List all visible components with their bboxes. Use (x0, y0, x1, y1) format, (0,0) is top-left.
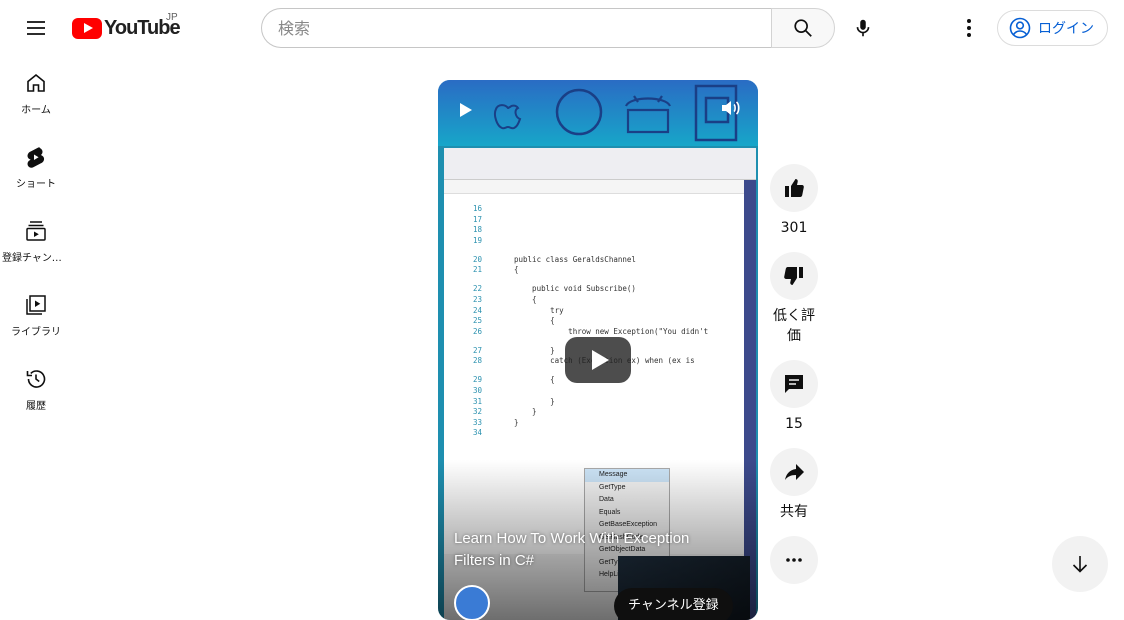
guide-menu-button[interactable] (16, 8, 56, 48)
comment-count: 15 (785, 416, 803, 432)
sidebar-item-history[interactable]: 履歴 (0, 352, 72, 426)
sidebar-item-label: ライブラリ (11, 326, 61, 338)
shorts-icon (27, 146, 45, 168)
comments-button[interactable] (770, 360, 818, 408)
code-line-number: 26 (472, 326, 482, 336)
subscriptions-icon (26, 220, 46, 241)
search-box (261, 8, 772, 48)
account-circle-icon (1009, 17, 1031, 39)
sidebar-item-library[interactable]: ライブラリ (0, 278, 72, 352)
sidebar-item-label: ホーム (21, 104, 51, 116)
share-button[interactable] (770, 448, 818, 496)
code-line-text: { (514, 265, 519, 275)
video-banner (438, 80, 758, 146)
settings-menu-button[interactable] (949, 8, 989, 48)
code-line-number: 34 (472, 428, 482, 438)
code-line-number: 33 (472, 417, 482, 427)
thumbs-down-icon (784, 267, 803, 285)
code-line-number: 16 (472, 204, 482, 213)
more-actions-button[interactable] (770, 536, 818, 584)
code-line-text: public class GeraldsChannel (514, 254, 636, 264)
code-line-number: 30 (472, 386, 482, 395)
like-button[interactable] (770, 164, 818, 212)
voice-search-button[interactable] (843, 8, 883, 48)
subscribe-button[interactable]: チャンネル登録 (614, 588, 733, 620)
history-icon (26, 369, 46, 388)
thumbs-up-icon (785, 179, 804, 197)
code-line-number: 19 (472, 235, 482, 245)
top-header: YouTube JP ログイン (0, 0, 1124, 56)
video-title: Learn How To Work With Exception Filters… (454, 530, 690, 569)
more-action (770, 536, 818, 584)
dislike-button[interactable] (770, 252, 818, 300)
more-vertical-icon (967, 19, 971, 37)
sidebar-item-label: 履歴 (26, 400, 46, 412)
code-line-text: public void Subscribe() (514, 284, 636, 294)
ide-toolbar (444, 180, 756, 194)
code-line-number: 21 (472, 265, 482, 275)
ide-menubar (444, 148, 756, 180)
volume-icon[interactable] (718, 96, 742, 120)
code-line-number: 31 (472, 396, 482, 406)
share-icon (785, 464, 804, 480)
next-video-button[interactable] (1052, 536, 1108, 592)
login-button[interactable]: ログイン (997, 10, 1108, 46)
code-line-text: { (514, 316, 555, 326)
code-line-number: 24 (472, 305, 482, 315)
code-line-number: 32 (472, 407, 482, 417)
sidebar-item-home[interactable]: ホーム (0, 56, 72, 130)
code-line-text: try (514, 305, 564, 315)
code-line-number: 25 (472, 316, 482, 326)
dislike-action: 低く評価 (770, 252, 818, 346)
dislike-label: 低く評価 (773, 308, 815, 344)
hamburger-icon (27, 21, 45, 35)
comments-action: 15 (770, 360, 818, 434)
youtube-play-icon (72, 17, 102, 39)
comment-icon (785, 375, 803, 393)
code-line-number: 22 (472, 284, 482, 294)
home-icon (27, 73, 45, 92)
more-horizontal-icon (786, 558, 802, 562)
code-line-text: } (514, 396, 555, 406)
library-icon (26, 294, 46, 315)
code-line-text: { (514, 375, 555, 385)
code-line-number: 29 (472, 375, 482, 385)
search-input[interactable] (278, 18, 772, 38)
platform-logos-graphic (493, 84, 738, 142)
shorts-video-player[interactable]: 16 17 18 19 20 public class GeraldsChannel 21 {… (438, 80, 758, 620)
search-button[interactable] (771, 8, 835, 48)
code-line-text: } (514, 345, 555, 355)
code-line-number: 20 (472, 254, 482, 264)
code-line-number: 18 (472, 225, 482, 235)
code-line-number: 23 (472, 295, 482, 304)
like-count: 301 (780, 220, 808, 236)
code-line-text: } (514, 417, 519, 427)
mini-guide: ホーム ショート 登録チャンネル ライブラリ 履歴 (0, 56, 72, 426)
sidebar-item-shorts[interactable]: ショート (0, 130, 72, 204)
code-line-number: 27 (472, 345, 482, 355)
code-line-number: 28 (472, 356, 482, 366)
channel-avatar[interactable] (454, 585, 490, 620)
code-line-number: 17 (472, 214, 482, 224)
login-label: ログイン (1038, 21, 1094, 37)
like-action: 301 (770, 164, 818, 238)
arrow-down-icon (1072, 556, 1088, 573)
code-line-text: { (514, 295, 537, 304)
play-icon[interactable] (454, 98, 478, 122)
sidebar-item-label: 登録チャンネル (2, 252, 70, 264)
big-play-button[interactable] (565, 337, 631, 383)
code-line-text: } (514, 407, 537, 417)
search-icon (794, 19, 812, 37)
country-code: JP (166, 12, 178, 23)
microphone-icon (856, 19, 870, 37)
code-line-text: throw new Exception("You didn't (514, 326, 709, 336)
share-label: 共有 (780, 504, 808, 520)
sidebar-item-subscriptions[interactable]: 登録チャンネル (0, 204, 72, 278)
share-action: 共有 (770, 448, 818, 522)
sidebar-item-label: ショート (16, 178, 56, 190)
youtube-logo[interactable]: YouTube (72, 16, 181, 40)
